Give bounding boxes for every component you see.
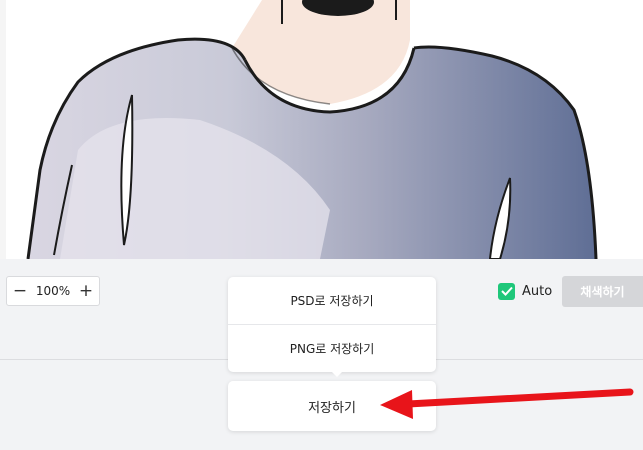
image-canvas — [0, 0, 643, 259]
checkbox-checked-icon[interactable] — [498, 282, 515, 300]
save-png-option[interactable]: PNG로 저장하기 — [228, 325, 436, 372]
zoom-control: − 100% + — [6, 276, 100, 306]
save-format-menu: PSD로 저장하기 PNG로 저장하기 — [228, 277, 436, 372]
zoom-in-button[interactable]: + — [73, 277, 99, 305]
zoom-out-button[interactable]: − — [7, 277, 33, 305]
colorize-button[interactable]: 채색하기 — [562, 276, 643, 307]
save-button[interactable]: 저장하기 — [228, 381, 436, 431]
auto-toggle[interactable]: Auto — [498, 282, 552, 300]
menu-caret — [331, 371, 343, 377]
auto-label: Auto — [522, 283, 553, 299]
line-art-person-in-shirt — [0, 0, 643, 259]
zoom-level: 100% — [35, 284, 71, 298]
save-psd-option[interactable]: PSD로 저장하기 — [228, 277, 436, 324]
